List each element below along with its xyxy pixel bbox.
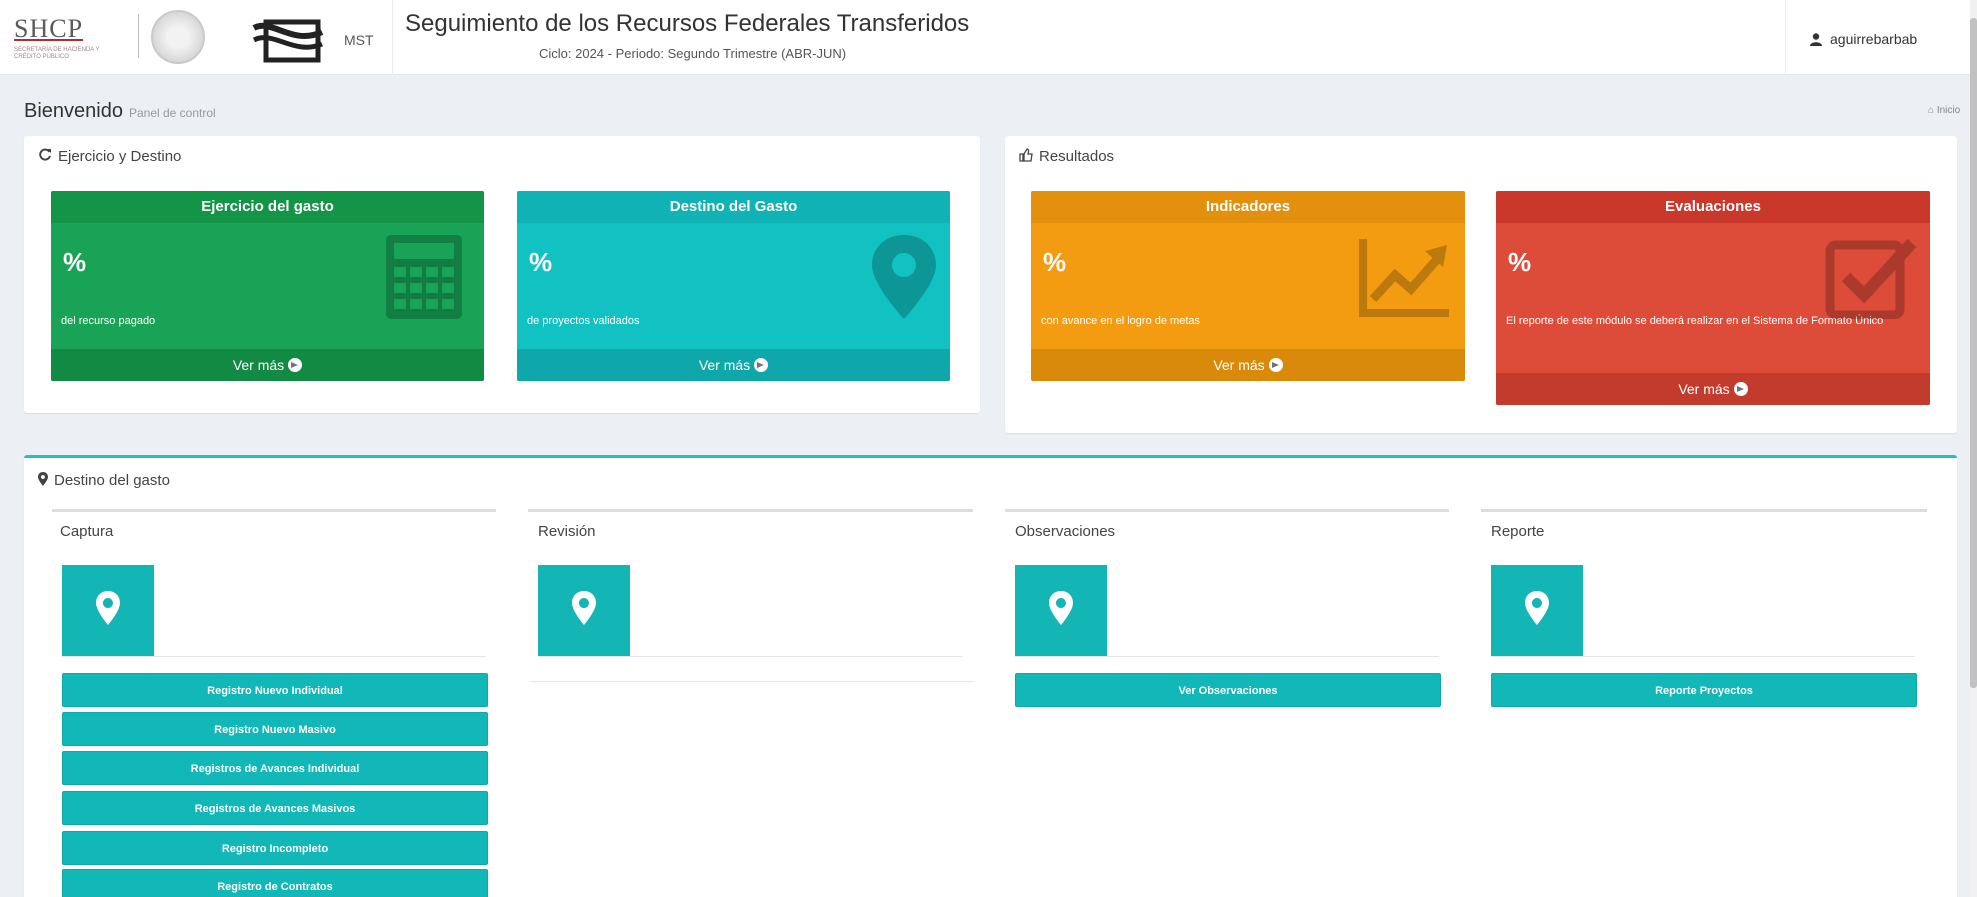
calculator-icon — [386, 235, 462, 319]
column-divider — [528, 509, 973, 512]
column-divider — [1481, 509, 1927, 512]
reporte-proyectos-button[interactable]: Reporte Proyectos — [1491, 673, 1917, 707]
revision-tile — [538, 565, 630, 657]
card-title: Evaluaciones — [1496, 191, 1930, 223]
check-square-icon — [1825, 238, 1916, 319]
logo-divider — [138, 14, 139, 58]
column-title-reporte: Reporte — [1491, 523, 1545, 540]
ver-mas-link[interactable]: Ver más — [517, 349, 950, 381]
card-description: del recurso pagado — [61, 315, 156, 327]
arrow-circle-right-icon — [1733, 382, 1748, 396]
page-scrollbar-thumb[interactable] — [1970, 18, 1977, 688]
map-marker-icon — [872, 235, 936, 319]
refresh-icon — [39, 148, 51, 161]
card-evaluaciones: Evaluaciones % El reporte de este módulo… — [1496, 191, 1930, 405]
registro-contratos-button[interactable]: Registro de Contratos — [62, 869, 488, 897]
user-name[interactable]: aguirrebarbab — [1830, 31, 1917, 47]
map-marker-icon — [38, 472, 48, 486]
ver-mas-link[interactable]: Ver más — [1031, 349, 1465, 381]
captura-tile — [62, 565, 154, 657]
card-value: % — [63, 247, 87, 277]
card-description: de proyectos validados — [527, 315, 640, 327]
card-title: Destino del Gasto — [517, 191, 950, 223]
map-marker-icon — [96, 591, 120, 625]
mst-label: MST — [344, 32, 374, 48]
user-menu[interactable]: aguirrebarbab — [1785, 0, 1977, 75]
column-divider — [52, 509, 496, 512]
user-icon — [1810, 33, 1822, 46]
tile-underline — [1015, 656, 1439, 657]
ver-mas-link[interactable]: Ver más — [1496, 373, 1930, 405]
map-marker-icon — [1049, 591, 1073, 625]
column-title-observaciones: Observaciones — [1015, 523, 1116, 540]
observaciones-tile — [1015, 565, 1107, 657]
map-marker-icon — [1525, 591, 1549, 625]
card-description: con avance en el logro de metas — [1041, 315, 1200, 327]
registros-avances-masivos-button[interactable]: Registros de Avances Masivos — [62, 791, 488, 825]
resultados-panel: Resultados Indicadores % con avance en e… — [1005, 136, 1957, 433]
top-header: SHCP SECRETARÍA DE HACIENDA Y CRÉDITO PÚ… — [0, 0, 1977, 75]
column-title-captura: Captura — [60, 523, 114, 540]
tile-underline — [1491, 656, 1915, 657]
national-seal-logo — [151, 10, 205, 64]
home-icon: ⌂ — [1928, 105, 1935, 116]
map-marker-icon — [572, 591, 596, 625]
line-chart-icon — [1359, 239, 1449, 317]
page-subtitle: Panel de control — [128, 106, 216, 120]
registro-nuevo-individual-button[interactable]: Registro Nuevo Individual — [62, 673, 488, 707]
ver-observaciones-button[interactable]: Ver Observaciones — [1015, 673, 1441, 707]
reporte-tile — [1491, 565, 1583, 657]
page-title: Bienvenido Panel de control — [24, 100, 216, 122]
thumbs-up-icon — [1019, 148, 1033, 162]
column-title-revision: Revisión — [538, 523, 596, 540]
registro-nuevo-masivo-button[interactable]: Registro Nuevo Masivo — [62, 712, 488, 746]
card-value: % — [529, 247, 553, 277]
ver-mas-link[interactable]: Ver más — [51, 349, 484, 381]
column-bottom-line — [530, 681, 974, 682]
card-indicadores: Indicadores % con avance en el logro de … — [1031, 191, 1465, 381]
arrow-circle-right-icon — [754, 358, 769, 372]
shcp-logo: SHCP SECRETARÍA DE HACIENDA Y CRÉDITO PÚ… — [14, 14, 100, 60]
arrow-circle-right-icon — [1268, 358, 1283, 372]
tile-underline — [62, 656, 486, 657]
header-divider — [392, 0, 393, 75]
card-destino-gasto: Destino del Gasto % de proyectos validad… — [517, 191, 950, 381]
cycle-period: Ciclo: 2024 - Periodo: Segundo Trimestre… — [539, 46, 847, 61]
card-title: Ejercicio del gasto — [51, 191, 484, 223]
panel-title: Ejercicio y Destino — [38, 148, 181, 165]
app-title: Seguimiento de los Recursos Federales Tr… — [405, 10, 970, 37]
ejercicio-destino-panel: Ejercicio y Destino Ejercicio del gasto … — [24, 136, 980, 413]
card-title: Indicadores — [1031, 191, 1465, 223]
mst-logo — [252, 19, 324, 63]
registro-incompleto-button[interactable]: Registro Incompleto — [62, 831, 488, 865]
arrow-circle-right-icon — [288, 358, 303, 372]
card-ejercicio-gasto: Ejercicio del gasto % del recurso pagado… — [51, 191, 484, 381]
card-value: % — [1043, 247, 1067, 277]
registros-avances-individual-button[interactable]: Registros de Avances Individual — [62, 751, 488, 785]
card-value: % — [1508, 247, 1532, 277]
tile-underline — [538, 656, 962, 657]
panel-title: Resultados — [1019, 148, 1114, 165]
panel-title: Destino del gasto — [38, 472, 170, 489]
column-divider — [1005, 509, 1449, 512]
breadcrumb[interactable]: ⌂ Inicio — [1928, 105, 1960, 116]
